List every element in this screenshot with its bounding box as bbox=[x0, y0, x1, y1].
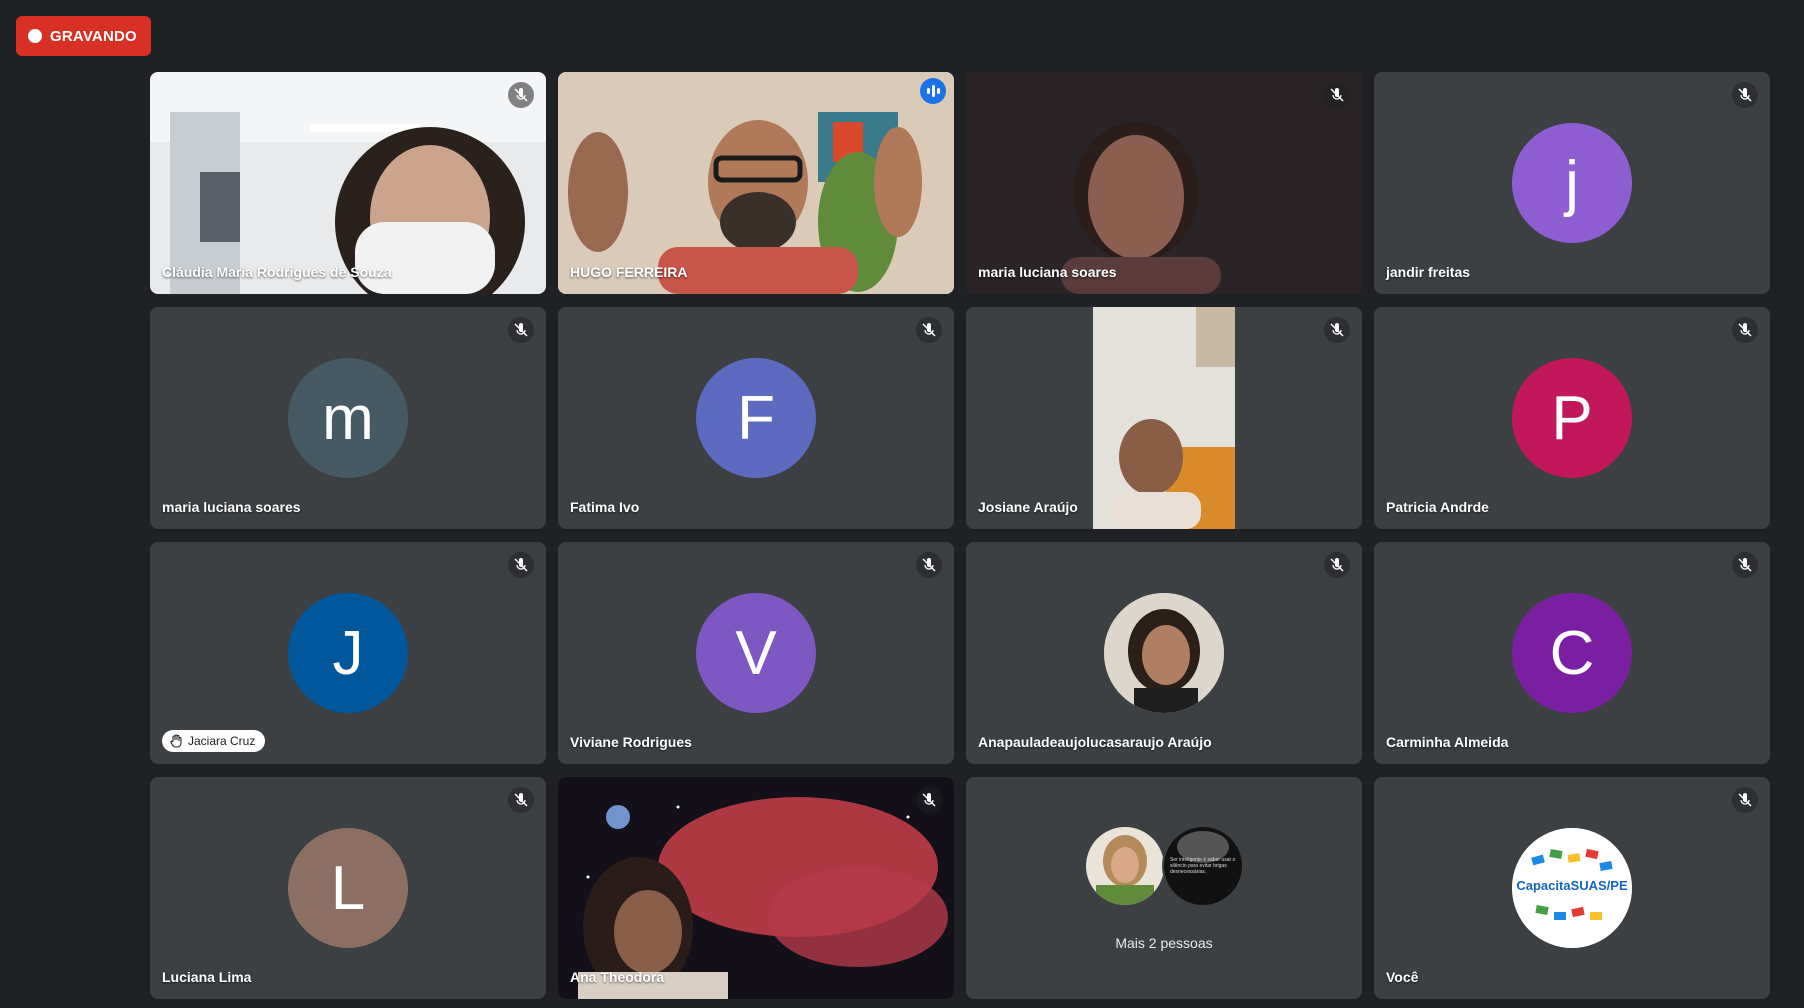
avatar: P bbox=[1512, 358, 1632, 478]
mic-off-icon bbox=[1324, 317, 1350, 343]
more-participants-label: Mais 2 pessoas bbox=[1115, 935, 1213, 951]
participant-tile[interactable]: L Luciana Lima bbox=[150, 777, 546, 999]
participant-tile-active-speaker[interactable]: HUGO FERREIRA bbox=[558, 72, 954, 294]
mic-off-icon bbox=[1324, 552, 1350, 578]
participant-video bbox=[150, 72, 546, 294]
participant-name: Fatima Ivo bbox=[570, 499, 640, 515]
participant-name: Carminha Almeida bbox=[1386, 734, 1509, 750]
self-tile[interactable]: CapacitaSUAS/PE Você bbox=[1374, 777, 1770, 999]
mic-off-icon bbox=[1732, 82, 1758, 108]
participant-name: jandir freitas bbox=[1386, 264, 1471, 280]
participant-video bbox=[966, 307, 1362, 529]
participant-tile[interactable]: Anapauladeaujolucasaraujo Araújo bbox=[966, 542, 1362, 764]
mic-off-icon bbox=[1732, 552, 1758, 578]
participant-tile[interactable]: P Patricia Andrde bbox=[1374, 307, 1770, 529]
mic-off-icon bbox=[1324, 82, 1350, 108]
avatar: V bbox=[696, 593, 816, 713]
participant-tile[interactable]: m maria luciana soares bbox=[150, 307, 546, 529]
participant-name: Você bbox=[1386, 969, 1419, 985]
participant-name: Josiane Araújo bbox=[978, 499, 1078, 515]
participant-name: Anapauladeaujolucasaraujo Araújo bbox=[978, 734, 1212, 750]
participant-tile[interactable]: C Carminha Almeida bbox=[1374, 542, 1770, 764]
avatar: C bbox=[1512, 593, 1632, 713]
participant-video bbox=[558, 72, 954, 294]
mic-off-icon bbox=[1732, 787, 1758, 813]
participant-tile[interactable]: Ana Theodora bbox=[558, 777, 954, 999]
participant-tile[interactable]: F Fatima Ivo bbox=[558, 307, 954, 529]
mic-off-icon bbox=[508, 787, 534, 813]
mic-off-icon bbox=[508, 82, 534, 108]
raised-hand-icon bbox=[170, 734, 182, 748]
capacita-suas-logo: CapacitaSUAS/PE bbox=[1512, 828, 1632, 948]
participant-name: Jaciara Cruz bbox=[188, 734, 256, 748]
avatar: m bbox=[288, 358, 408, 478]
more-participants-tile[interactable]: Ser inteligente é saber usar o silêncio … bbox=[966, 777, 1362, 999]
avatar: L bbox=[288, 828, 408, 948]
participant-video bbox=[966, 72, 1362, 294]
participant-name: HUGO FERREIRA bbox=[570, 264, 688, 280]
mic-off-icon bbox=[916, 552, 942, 578]
avatar: j bbox=[1512, 123, 1632, 243]
participant-name: Luciana Lima bbox=[162, 969, 252, 985]
mic-off-icon bbox=[508, 317, 534, 343]
mic-off-icon bbox=[1732, 317, 1758, 343]
more-participants-avatars: Ser inteligente é saber usar o silêncio … bbox=[966, 825, 1362, 907]
raised-hand-chip: Jaciara Cruz bbox=[162, 730, 266, 752]
participant-grid: Cláudia Maria Rodrigues de Souza HUGO FE… bbox=[150, 72, 1770, 999]
participant-video bbox=[558, 777, 954, 999]
quote-text: Ser inteligente é saber usar o silêncio … bbox=[1170, 857, 1236, 875]
participant-tile[interactable]: Josiane Araújo bbox=[966, 307, 1362, 529]
participant-tile[interactable]: Cláudia Maria Rodrigues de Souza bbox=[150, 72, 546, 294]
participant-name: Viviane Rodrigues bbox=[570, 734, 692, 750]
recording-badge: GRAVANDO bbox=[16, 16, 151, 56]
participant-tile[interactable]: j jandir freitas bbox=[1374, 72, 1770, 294]
avatar: F bbox=[696, 358, 816, 478]
mic-off-icon bbox=[916, 317, 942, 343]
recording-label: GRAVANDO bbox=[50, 27, 137, 45]
speaking-indicator-icon bbox=[920, 78, 946, 104]
logo-text: CapacitaSUAS/PE bbox=[1516, 878, 1628, 893]
participant-name: Patricia Andrde bbox=[1386, 499, 1489, 515]
avatar: J bbox=[288, 593, 408, 713]
avatar-photo bbox=[1104, 593, 1224, 713]
participant-tile[interactable]: J Jaciara Cruz bbox=[150, 542, 546, 764]
mic-off-icon bbox=[508, 552, 534, 578]
avatar-photo: Ser inteligente é saber usar o silêncio … bbox=[1162, 825, 1244, 907]
record-dot-icon bbox=[28, 29, 42, 43]
participant-tile[interactable]: V Viviane Rodrigues bbox=[558, 542, 954, 764]
participant-name: Ana Theodora bbox=[570, 969, 665, 985]
mic-off-icon bbox=[916, 787, 942, 813]
participant-name: maria luciana soares bbox=[978, 264, 1117, 280]
participant-tile[interactable]: maria luciana soares bbox=[966, 72, 1362, 294]
avatar-photo bbox=[1084, 825, 1166, 907]
participant-name: maria luciana soares bbox=[162, 499, 301, 515]
participant-name: Cláudia Maria Rodrigues de Souza bbox=[162, 264, 392, 280]
